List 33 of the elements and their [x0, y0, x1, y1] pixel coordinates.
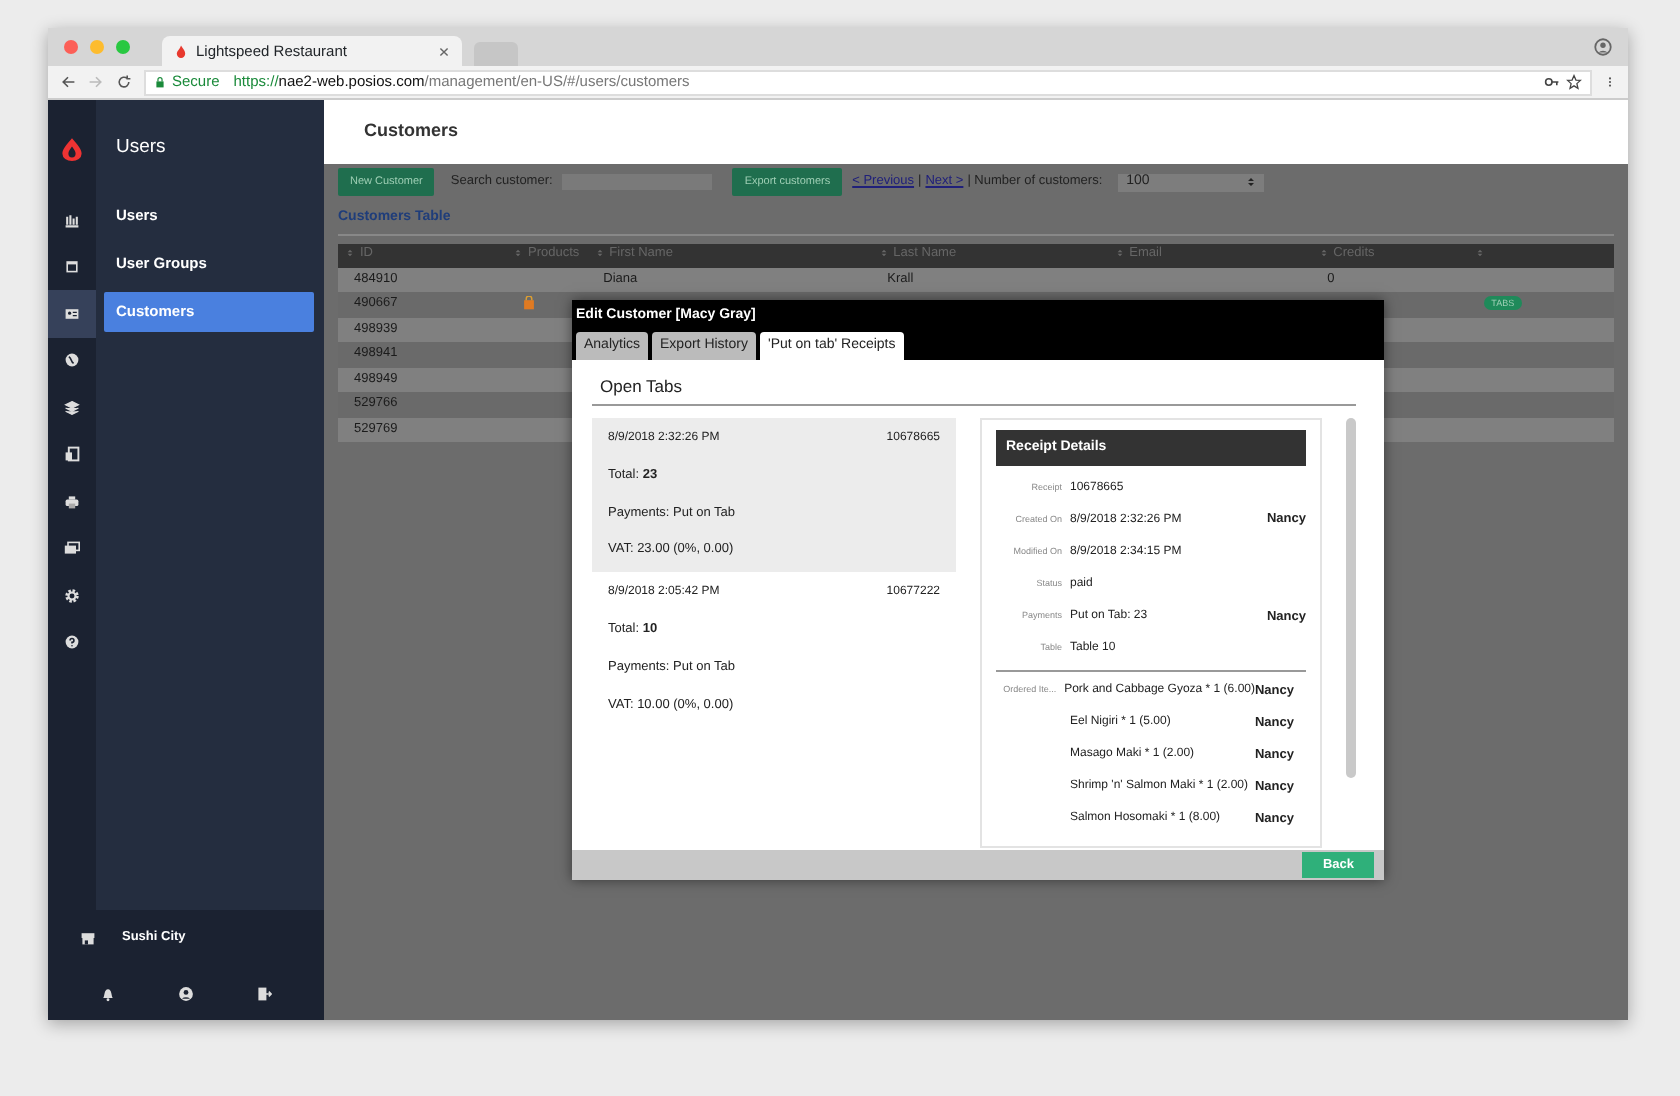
flame-icon — [174, 44, 188, 58]
sort-icon — [879, 248, 888, 259]
sort-icon — [595, 248, 604, 259]
layers-icon — [64, 399, 80, 416]
sort-icon — [1319, 248, 1328, 259]
cards-icon — [64, 540, 80, 557]
back-icon — [60, 74, 76, 90]
logout-icon — [256, 985, 273, 1001]
reload-icon — [116, 74, 132, 90]
sort-icon — [1475, 247, 1484, 258]
profile-icon — [1594, 38, 1612, 56]
scrollbar-thumb[interactable] — [1346, 417, 1356, 778]
sidebar-nav-button[interactable] — [48, 290, 96, 337]
forward-icon — [88, 74, 104, 90]
user-icon — [177, 985, 194, 1001]
sidebar-title: Users — [114, 133, 168, 162]
flame-logo-icon — [60, 135, 84, 161]
section-title: Open Tabs — [592, 368, 1356, 406]
updown-arrows-icon — [1246, 176, 1257, 188]
star-icon — [1566, 74, 1582, 90]
bell-icon — [99, 985, 116, 1001]
store-icon — [80, 930, 96, 946]
close-icon — [438, 45, 450, 57]
help-icon — [64, 634, 80, 651]
printer-icon — [64, 493, 80, 510]
id-card-icon — [64, 305, 80, 322]
calendar-icon — [64, 258, 80, 275]
sort-icon — [1115, 248, 1124, 259]
settings-icon — [64, 587, 80, 604]
lock-icon — [154, 76, 166, 88]
tablet-icon — [64, 446, 80, 463]
key-icon — [1544, 74, 1560, 90]
bar-chart-icon — [64, 211, 80, 228]
